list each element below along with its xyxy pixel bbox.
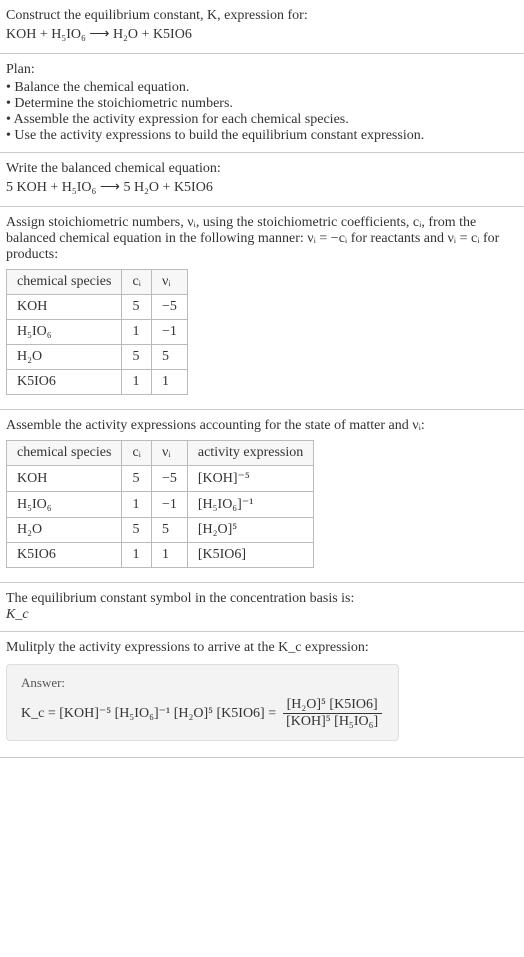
col-species: chemical species — [7, 441, 122, 466]
cell-ci: 5 — [122, 518, 152, 543]
activity-table: chemical species cᵢ νᵢ activity expressi… — [6, 440, 314, 568]
table-row: H₅IO₆ 1 −1 [H₅IO₆]⁻¹ — [7, 492, 314, 518]
prompt-equation: KOH + H₅IO₆ ⟶ H₂O + K5IO6 — [6, 26, 518, 43]
cell-species: H₅IO₆ — [7, 320, 122, 345]
balanced-section: Write the balanced chemical equation: 5 … — [0, 153, 524, 207]
symbol-section: The equilibrium constant symbol in the c… — [0, 583, 524, 632]
balanced-title: Write the balanced chemical equation: — [6, 161, 518, 177]
activity-intro: Assemble the activity expressions accoun… — [6, 418, 518, 434]
cell-ci: 5 — [122, 345, 152, 370]
table-row: KOH 5 −5 — [7, 295, 188, 320]
table-row: H₂O 5 5 [H₂O]⁵ — [7, 518, 314, 543]
symbol-line2: K_c — [6, 607, 518, 623]
cell-vi: 1 — [151, 543, 187, 568]
col-ci: cᵢ — [122, 441, 152, 466]
cell-species: K5IO6 — [7, 370, 122, 395]
table-row: H₅IO₆ 1 −1 — [7, 320, 188, 345]
cell-ci: 1 — [122, 320, 152, 345]
plan-item: Assemble the activity expression for eac… — [6, 112, 518, 128]
col-ci: cᵢ — [122, 270, 152, 295]
kc-fraction: [H₂O]⁵ [K5IO6] [KOH]⁵ [H₅IO₆] — [282, 697, 382, 730]
table-row: KOH 5 −5 [KOH]⁻⁵ — [7, 466, 314, 492]
plan-item: Balance the chemical equation. — [6, 80, 518, 96]
stoich-table: chemical species cᵢ νᵢ KOH 5 −5 H₅IO₆ 1 … — [6, 269, 188, 395]
cell-activity: [H₅IO₆]⁻¹ — [187, 492, 313, 518]
plan-list: Balance the chemical equation. Determine… — [6, 80, 518, 144]
cell-activity: [H₂O]⁵ — [187, 518, 313, 543]
col-species: chemical species — [7, 270, 122, 295]
balanced-equation: 5 KOH + H₅IO₆ ⟶ 5 H₂O + K5IO6 — [6, 179, 518, 196]
cell-species: H₅IO₆ — [7, 492, 122, 518]
table-header-row: chemical species cᵢ νᵢ — [7, 270, 188, 295]
stoich-section: Assign stoichiometric numbers, νᵢ, using… — [0, 207, 524, 410]
answer-box: Answer: K_c = [KOH]⁻⁵ [H₅IO₆]⁻¹ [H₂O]⁵ [… — [6, 664, 399, 741]
table-row: K5IO6 1 1 — [7, 370, 188, 395]
table-row: K5IO6 1 1 [K5IO6] — [7, 543, 314, 568]
plan-title: Plan: — [6, 62, 518, 78]
cell-species: KOH — [7, 295, 122, 320]
cell-vi: −5 — [151, 466, 187, 492]
table-header-row: chemical species cᵢ νᵢ activity expressi… — [7, 441, 314, 466]
cell-species: K5IO6 — [7, 543, 122, 568]
cell-ci: 5 — [122, 466, 152, 492]
cell-vi: −5 — [151, 295, 187, 320]
activity-section: Assemble the activity expressions accoun… — [0, 410, 524, 583]
cell-ci: 1 — [122, 370, 152, 395]
kc-numerator: [H₂O]⁵ [K5IO6] — [283, 697, 382, 714]
cell-vi: 5 — [151, 345, 187, 370]
cell-vi: 5 — [151, 518, 187, 543]
cell-ci: 5 — [122, 295, 152, 320]
col-activity: activity expression — [187, 441, 313, 466]
plan-item: Use the activity expressions to build th… — [6, 128, 518, 144]
col-vi: νᵢ — [151, 270, 187, 295]
multiply-title: Mulitply the activity expressions to arr… — [6, 640, 518, 656]
prompt-title: Construct the equilibrium constant, K, e… — [6, 8, 518, 24]
symbol-line1: The equilibrium constant symbol in the c… — [6, 591, 518, 607]
cell-vi: −1 — [151, 492, 187, 518]
kc-symbol: K_c — [6, 607, 29, 622]
cell-ci: 1 — [122, 492, 152, 518]
cell-activity: [K5IO6] — [187, 543, 313, 568]
plan-item: Determine the stoichiometric numbers. — [6, 96, 518, 112]
kc-denominator: [KOH]⁵ [H₅IO₆] — [282, 714, 382, 730]
plan-section: Plan: Balance the chemical equation. Det… — [0, 54, 524, 153]
cell-activity: [KOH]⁻⁵ — [187, 466, 313, 492]
cell-vi: 1 — [151, 370, 187, 395]
cell-species: KOH — [7, 466, 122, 492]
answer-label: Answer: — [21, 675, 384, 691]
stoich-intro: Assign stoichiometric numbers, νᵢ, using… — [6, 215, 518, 263]
col-vi: νᵢ — [151, 441, 187, 466]
kc-expression: K_c = [KOH]⁻⁵ [H₅IO₆]⁻¹ [H₂O]⁵ [K5IO6] =… — [21, 697, 384, 730]
cell-species: H₂O — [7, 345, 122, 370]
table-row: H₂O 5 5 — [7, 345, 188, 370]
cell-species: H₂O — [7, 518, 122, 543]
cell-ci: 1 — [122, 543, 152, 568]
cell-vi: −1 — [151, 320, 187, 345]
answer-section: Mulitply the activity expressions to arr… — [0, 632, 524, 758]
kc-lhs: K_c = [KOH]⁻⁵ [H₅IO₆]⁻¹ [H₂O]⁵ [K5IO6] = — [21, 705, 276, 722]
prompt-section: Construct the equilibrium constant, K, e… — [0, 0, 524, 54]
